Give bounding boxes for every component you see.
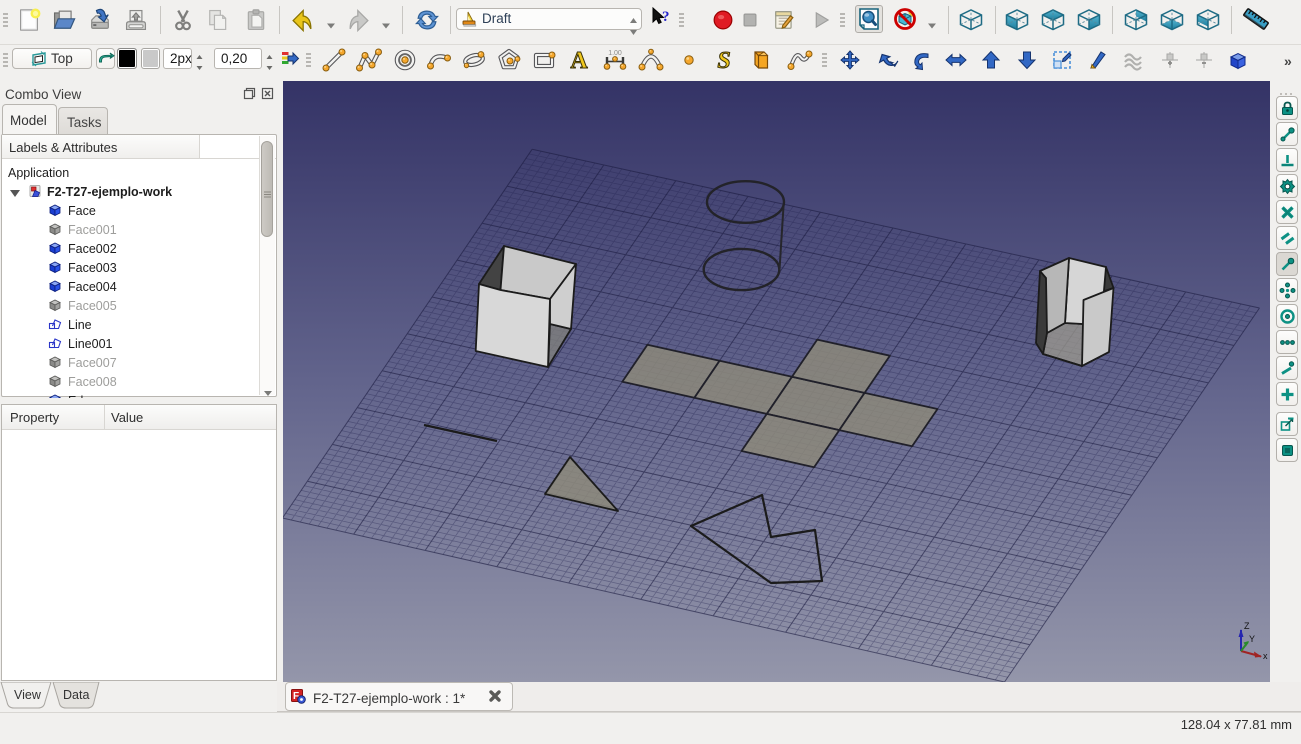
- svg-text:Data: Data: [63, 688, 89, 702]
- svg-text:A: A: [570, 48, 588, 73]
- svg-text:Z: Z: [1244, 621, 1250, 631]
- svg-text:x: x: [1263, 651, 1268, 661]
- svg-text:S: S: [717, 48, 730, 73]
- svg-text:1.00: 1.00: [608, 50, 622, 57]
- svg-text:View: View: [14, 688, 42, 702]
- svg-text:?: ?: [662, 9, 670, 25]
- svg-text:Y: Y: [1249, 634, 1255, 644]
